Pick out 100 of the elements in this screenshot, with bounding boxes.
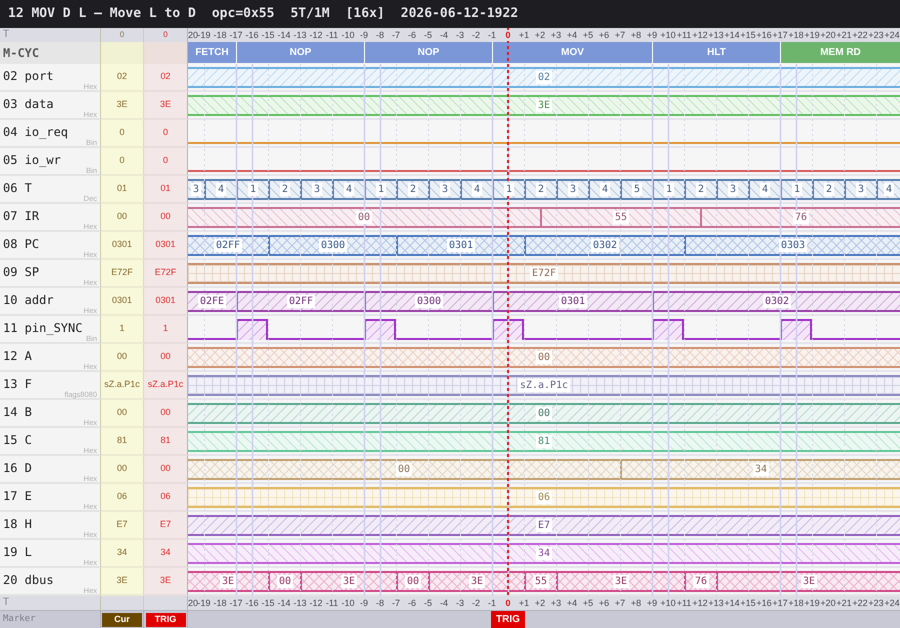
time-tick-label: -17 — [229, 598, 242, 608]
time-tick-label: +14 — [724, 598, 740, 608]
trigger-marker[interactable]: TRIG — [146, 612, 186, 626]
trigger-cell: 3E — [144, 92, 188, 120]
time-tick-label: +21 — [836, 30, 852, 40]
segment-value: 4 — [600, 183, 610, 196]
signal-name: 02 port — [3, 69, 55, 83]
time-tick-label: -13 — [293, 30, 306, 40]
time-tick-label: -18 — [213, 30, 226, 40]
time-tick-label: +13 — [708, 30, 724, 40]
time-tick-label: +10 — [660, 598, 676, 608]
machine-cycle-block: HLT — [652, 42, 780, 63]
segment-value: 0302 — [590, 239, 620, 252]
segment-value: 55 — [612, 211, 630, 224]
time-tick-label: -10 — [341, 598, 354, 608]
trigger-flag[interactable]: TRIG — [491, 611, 525, 628]
time-tick-label: +17 — [772, 598, 788, 608]
trigger-cell: 00 — [144, 400, 188, 428]
segment-value: 81 — [536, 435, 552, 448]
cursor-cell: 0 — [101, 120, 144, 148]
segment-value: E7 — [536, 519, 552, 532]
machine-cycle-block: MEM RD — [780, 42, 900, 63]
segment-value: sZ.a.P1c — [518, 379, 570, 392]
cursor-cell: 06 — [101, 484, 144, 512]
segment-value: 00 — [536, 407, 552, 420]
cursor-cell: 81 — [101, 428, 144, 456]
signal-name: 09 SP — [3, 265, 40, 279]
time-tick-label: -12 — [309, 30, 322, 40]
segment-value: 00 — [404, 575, 422, 588]
time-tick-label: -14 — [277, 598, 290, 608]
segment-value: 3E — [340, 575, 358, 588]
segment-value: 3 — [568, 183, 578, 196]
segment-value: 4 — [216, 183, 226, 196]
time-tick-label: -1 — [488, 598, 496, 608]
time-tick-label: +1 — [518, 598, 530, 608]
segment-value: 3 — [190, 183, 202, 196]
time-tick-label: -7 — [392, 30, 400, 40]
title-text: 5T/1M — [290, 6, 330, 22]
segment-value: 3 — [440, 183, 450, 196]
time-tick-label: +23 — [868, 30, 884, 40]
time-tick-label: -2 — [472, 598, 480, 608]
signal-name: 17 E — [3, 489, 33, 503]
time-tick-label: 0 — [505, 30, 510, 40]
time-tick-label: +13 — [708, 598, 724, 608]
trigger-cell: 1 — [144, 316, 188, 344]
time-tick-label: +10 — [660, 30, 676, 40]
segment-value: 1 — [664, 183, 674, 196]
trigger-cell: 0 — [144, 148, 188, 176]
segment-value: 4 — [472, 183, 482, 196]
signal-name: 04 io_req — [3, 125, 70, 139]
time-tick-label: -10 — [341, 30, 354, 40]
time-tick-label: +3 — [550, 30, 562, 40]
signal-name: 15 C — [3, 433, 33, 447]
segment-value: 76 — [792, 211, 810, 224]
trigger-cell: 00 — [144, 456, 188, 484]
row-label: T — [3, 597, 10, 609]
cursor-cell: 00 — [101, 204, 144, 232]
time-tick-label: +15 — [740, 30, 756, 40]
time-tick-label: -12 — [309, 598, 322, 608]
time-tick-label: 0 — [505, 598, 510, 608]
cursor-position: 0 — [120, 30, 124, 40]
time-tick-label: +24 — [884, 30, 900, 40]
time-tick-label: 20 — [188, 598, 198, 608]
time-tick-label: +2 — [534, 598, 546, 608]
time-tick-label: +17 — [772, 30, 788, 40]
cursor-marker[interactable]: Cur — [102, 612, 142, 626]
time-tick-label: -8 — [376, 30, 384, 40]
cursor-cell: 01 — [101, 176, 144, 204]
time-tick-label: +8 — [630, 598, 642, 608]
trigger-cell: 00 — [144, 204, 188, 232]
time-tick-label: +6 — [598, 598, 610, 608]
trigger-position: 0 — [163, 30, 168, 40]
machine-cycle-block: FETCH — [188, 42, 236, 63]
segment-value: 3E — [800, 575, 818, 588]
machine-cycle-block: NOP — [364, 42, 492, 63]
segment-value: 34 — [536, 547, 552, 560]
segment-value: 1 — [248, 183, 258, 196]
cursor-cell: 00 — [101, 344, 144, 372]
time-tick-label: +9 — [646, 30, 658, 40]
time-tick-label: -11 — [326, 30, 338, 40]
time-tick-label: +23 — [868, 598, 884, 608]
segment-value: 3 — [728, 183, 738, 196]
signal-name: 06 T — [3, 181, 33, 195]
trigger-cell: 3E — [144, 568, 188, 596]
segment-value: 02FE — [198, 295, 226, 308]
time-tick-label: +12 — [692, 30, 708, 40]
time-tick-label: -15 — [261, 598, 274, 608]
time-tick-label: +18 — [788, 598, 804, 608]
row-label: M-CYC — [3, 46, 40, 60]
time-tick-label: +3 — [550, 598, 562, 608]
time-tick-label: -16 — [245, 30, 258, 40]
time-tick-label: 20 — [188, 30, 198, 40]
segment-value: 00 — [396, 463, 412, 476]
cursor-cell: 00 — [101, 400, 144, 428]
time-tick-label: -6 — [408, 598, 416, 608]
time-tick-label: +7 — [614, 598, 626, 608]
time-tick-label: -16 — [245, 598, 258, 608]
segment-value: 3E — [220, 575, 236, 588]
signal-name: 03 data — [3, 97, 55, 111]
cursor-cell: 0301 — [101, 288, 144, 316]
